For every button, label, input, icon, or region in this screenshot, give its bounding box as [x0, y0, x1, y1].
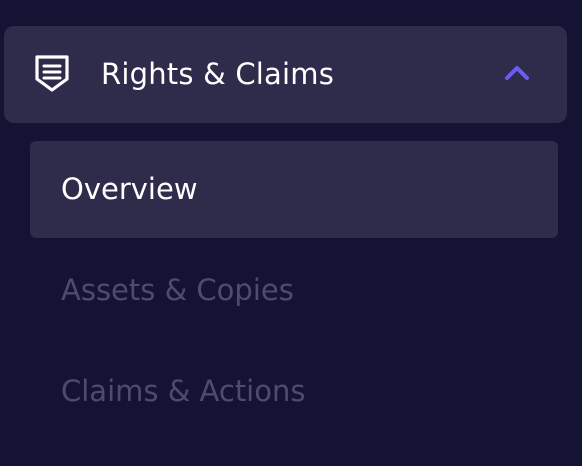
nav-group-label: Rights & Claims [101, 57, 335, 91]
nav-item-claims-actions[interactable]: Claims & Actions [30, 343, 558, 440]
nav-group-rights-claims[interactable]: Rights & Claims [4, 26, 567, 123]
nav-item-overview[interactable]: Overview [30, 141, 558, 238]
shield-list-icon [32, 54, 72, 94]
nav-item-assets-copies[interactable]: Assets & Copies [30, 242, 558, 339]
nav-item-label: Assets & Copies [61, 273, 294, 307]
nav-item-label: Overview [61, 172, 198, 206]
chevron-up-icon[interactable] [504, 63, 530, 83]
nav-item-label: Claims & Actions [61, 374, 306, 408]
